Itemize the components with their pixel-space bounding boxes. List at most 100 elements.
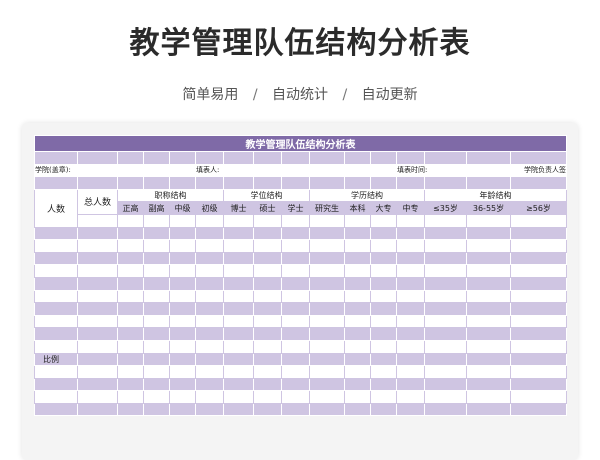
table-cell[interactable] (223, 339, 254, 354)
table-cell[interactable] (281, 390, 310, 404)
table-cell[interactable] (466, 377, 511, 392)
table-cell[interactable] (309, 327, 345, 341)
table-cell[interactable] (253, 339, 282, 354)
table-cell[interactable] (424, 276, 467, 291)
table-cell[interactable] (466, 226, 511, 241)
table-cell[interactable] (117, 302, 144, 316)
table-cell[interactable] (281, 289, 310, 304)
table-cell[interactable] (77, 276, 118, 291)
table-cell[interactable] (253, 327, 282, 341)
table-cell[interactable] (253, 377, 282, 392)
table-cell[interactable] (370, 352, 397, 367)
table-cell[interactable] (223, 264, 254, 278)
table-cell[interactable] (253, 226, 282, 241)
table-cell[interactable] (77, 365, 118, 379)
table-cell[interactable] (424, 289, 467, 304)
table-cell[interactable] (370, 327, 397, 341)
table-cell[interactable] (223, 402, 254, 417)
table-cell[interactable] (34, 239, 78, 253)
table-cell[interactable] (223, 276, 254, 291)
table-cell[interactable] (344, 402, 371, 417)
table-cell[interactable] (34, 264, 78, 278)
table-cell[interactable] (34, 390, 78, 404)
table-cell[interactable] (223, 226, 254, 241)
table-cell[interactable] (143, 352, 170, 367)
table-cell[interactable] (143, 302, 170, 316)
table-cell[interactable] (169, 390, 196, 404)
table-cell[interactable] (510, 377, 567, 392)
table-cell[interactable] (370, 365, 397, 379)
table-cell[interactable] (396, 390, 425, 404)
table-cell[interactable] (117, 289, 144, 304)
table-cell[interactable] (424, 377, 467, 392)
table-cell[interactable] (253, 289, 282, 304)
table-cell[interactable] (169, 339, 196, 354)
table-cell[interactable] (424, 239, 467, 253)
table-cell[interactable] (466, 276, 511, 291)
table-cell[interactable] (195, 377, 224, 392)
table-cell[interactable] (169, 365, 196, 379)
table-cell[interactable] (223, 251, 254, 266)
table-cell[interactable] (223, 314, 254, 329)
table-cell[interactable] (195, 276, 224, 291)
table-cell[interactable] (117, 390, 144, 404)
table-cell[interactable] (195, 239, 224, 253)
table-cell[interactable] (281, 402, 310, 417)
table-cell[interactable] (143, 251, 170, 266)
table-cell[interactable] (223, 239, 254, 253)
table-cell[interactable] (143, 289, 170, 304)
table-cell[interactable] (253, 390, 282, 404)
table-cell[interactable] (143, 276, 170, 291)
table-cell[interactable] (223, 365, 254, 379)
table-cell[interactable] (309, 239, 345, 253)
table-cell[interactable] (117, 327, 144, 341)
table-cell[interactable] (117, 377, 144, 392)
table-cell[interactable] (253, 314, 282, 329)
table-cell[interactable] (344, 390, 371, 404)
table-cell[interactable] (396, 352, 425, 367)
table-cell[interactable] (510, 352, 567, 367)
table-cell[interactable] (466, 352, 511, 367)
table-cell[interactable] (424, 352, 467, 367)
table-cell[interactable] (396, 339, 425, 354)
table-cell[interactable] (34, 365, 78, 379)
table-cell[interactable] (466, 302, 511, 316)
table-cell[interactable] (396, 251, 425, 266)
table-cell[interactable] (195, 264, 224, 278)
table-cell[interactable] (344, 239, 371, 253)
table-cell[interactable] (195, 339, 224, 354)
table-cell[interactable] (34, 377, 78, 392)
table-cell[interactable] (117, 276, 144, 291)
table-cell[interactable] (424, 251, 467, 266)
table-cell[interactable] (195, 314, 224, 329)
table-cell[interactable] (223, 327, 254, 341)
table-cell[interactable] (195, 226, 224, 241)
table-cell[interactable] (424, 390, 467, 404)
table-cell[interactable] (34, 327, 78, 341)
table-cell[interactable] (195, 251, 224, 266)
table-cell[interactable] (253, 402, 282, 417)
table-cell[interactable] (77, 314, 118, 329)
table-cell[interactable] (466, 327, 511, 341)
table-cell[interactable] (344, 302, 371, 316)
table-cell[interactable] (143, 402, 170, 417)
table-cell[interactable] (309, 377, 345, 392)
table-cell[interactable] (370, 402, 397, 417)
table-cell[interactable] (344, 226, 371, 241)
table-cell[interactable] (195, 289, 224, 304)
table-cell[interactable] (281, 314, 310, 329)
table-cell[interactable] (253, 352, 282, 367)
table-cell[interactable] (510, 390, 567, 404)
table-cell[interactable] (34, 251, 78, 266)
table-cell[interactable] (309, 264, 345, 278)
table-cell[interactable] (143, 390, 170, 404)
table-cell[interactable] (117, 251, 144, 266)
table-cell[interactable] (344, 365, 371, 379)
table-cell[interactable] (169, 226, 196, 241)
table-cell[interactable] (77, 327, 118, 341)
table-cell[interactable] (370, 289, 397, 304)
table-cell[interactable] (281, 365, 310, 379)
table-cell[interactable] (370, 276, 397, 291)
table-cell[interactable] (281, 352, 310, 367)
table-cell[interactable] (117, 402, 144, 417)
